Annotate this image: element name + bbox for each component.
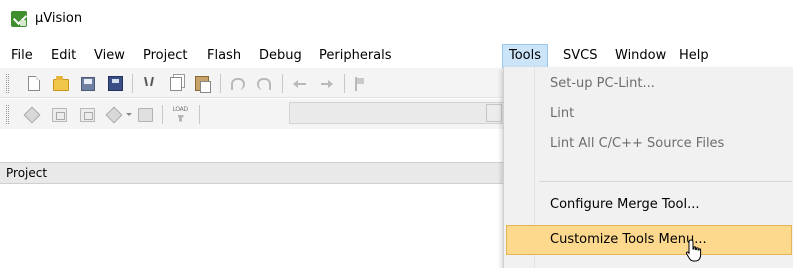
window-title: µVision xyxy=(35,11,83,26)
new-file-button[interactable] xyxy=(24,74,44,93)
menu-edit[interactable]: Edit xyxy=(45,44,82,68)
project-pane-body[interactable] xyxy=(0,184,510,268)
redo-button[interactable] xyxy=(254,74,274,93)
toolbar-grip[interactable] xyxy=(6,105,9,124)
menu-svcs[interactable]: SVCS xyxy=(557,44,603,68)
load-download-icon: LOAD xyxy=(172,105,190,123)
cut-button[interactable] xyxy=(140,74,160,93)
arrow-left-icon xyxy=(293,79,307,88)
redo-icon xyxy=(257,77,271,90)
chevron-down-icon[interactable] xyxy=(126,113,132,116)
tools-menu-dropdown: Set-up PC-Lint... Lint Lint All C/C++ So… xyxy=(503,67,793,268)
menu-bar: File Edit View Project Flash Debug Perip… xyxy=(0,44,793,68)
menu-item-lint[interactable]: Lint xyxy=(506,99,792,129)
target-select[interactable] xyxy=(289,102,510,124)
menu-help[interactable]: Help xyxy=(673,44,715,68)
arrow-right-icon xyxy=(319,79,333,88)
toolbar-separator xyxy=(220,74,221,93)
navigate-forward-button[interactable] xyxy=(316,74,336,93)
translate-icon xyxy=(23,106,41,123)
stop-build-button[interactable] xyxy=(135,105,155,124)
new-file-icon xyxy=(28,76,40,91)
menu-item-configure-merge-tool[interactable]: Configure Merge Tool... xyxy=(506,190,792,220)
menu-view[interactable]: View xyxy=(88,44,131,68)
rebuild-button[interactable] xyxy=(77,105,97,124)
stop-build-icon xyxy=(137,107,153,122)
project-pane-title: Project xyxy=(6,166,48,180)
file-toolbar xyxy=(0,68,510,98)
undo-icon xyxy=(231,77,245,90)
navigate-back-button[interactable] xyxy=(290,74,310,93)
toolbar-separator xyxy=(282,74,283,93)
open-folder-icon xyxy=(53,76,69,91)
open-file-button[interactable] xyxy=(51,74,71,93)
toolbar-separator xyxy=(199,105,200,124)
title-bar: µVision xyxy=(0,0,793,40)
menu-project[interactable]: Project xyxy=(137,44,193,68)
save-button[interactable] xyxy=(78,74,98,93)
build-button[interactable] xyxy=(49,105,69,124)
paste-button[interactable] xyxy=(192,74,212,93)
copy-icon xyxy=(170,76,182,91)
bookmark-flag-icon xyxy=(355,76,365,91)
cut-icon xyxy=(143,76,157,92)
menu-item-lint-all[interactable]: Lint All C/C++ Source Files xyxy=(506,129,792,159)
toolbar-separator xyxy=(344,74,345,93)
menu-item-customize-tools-menu[interactable]: Customize Tools Menu... xyxy=(506,225,792,255)
load-icon-label: LOAD xyxy=(172,105,189,113)
mouse-pointer-icon xyxy=(685,239,702,262)
menu-separator xyxy=(539,181,792,182)
toolbar-separator xyxy=(162,105,163,124)
menu-window[interactable]: Window xyxy=(609,44,672,68)
rebuild-icon xyxy=(79,107,95,122)
project-pane-header: Project xyxy=(0,162,510,184)
menu-file[interactable]: File xyxy=(5,44,39,68)
paste-icon xyxy=(195,76,211,93)
copy-button[interactable] xyxy=(166,74,186,93)
bookmark-button[interactable] xyxy=(350,74,370,93)
toolbar-grip[interactable] xyxy=(6,74,9,93)
save-all-button[interactable] xyxy=(105,74,125,93)
download-button[interactable]: LOAD xyxy=(171,105,191,124)
menu-tools[interactable]: Tools xyxy=(502,44,549,68)
batch-build-button[interactable] xyxy=(104,105,124,124)
save-icon xyxy=(81,76,95,91)
target-select-dropdown-button[interactable] xyxy=(486,104,502,122)
menu-item-setup-pc-lint[interactable]: Set-up PC-Lint... xyxy=(506,69,792,99)
batch-build-icon xyxy=(105,106,123,123)
toolbar-separator xyxy=(132,74,133,93)
menu-debug[interactable]: Debug xyxy=(253,44,308,68)
save-all-icon xyxy=(107,76,123,91)
uvision-app-icon[interactable] xyxy=(11,11,27,27)
menu-peripherals[interactable]: Peripherals xyxy=(313,44,398,68)
build-icon xyxy=(51,107,67,122)
menu-flash[interactable]: Flash xyxy=(201,44,247,68)
undo-button[interactable] xyxy=(228,74,248,93)
translate-button[interactable] xyxy=(22,105,42,124)
